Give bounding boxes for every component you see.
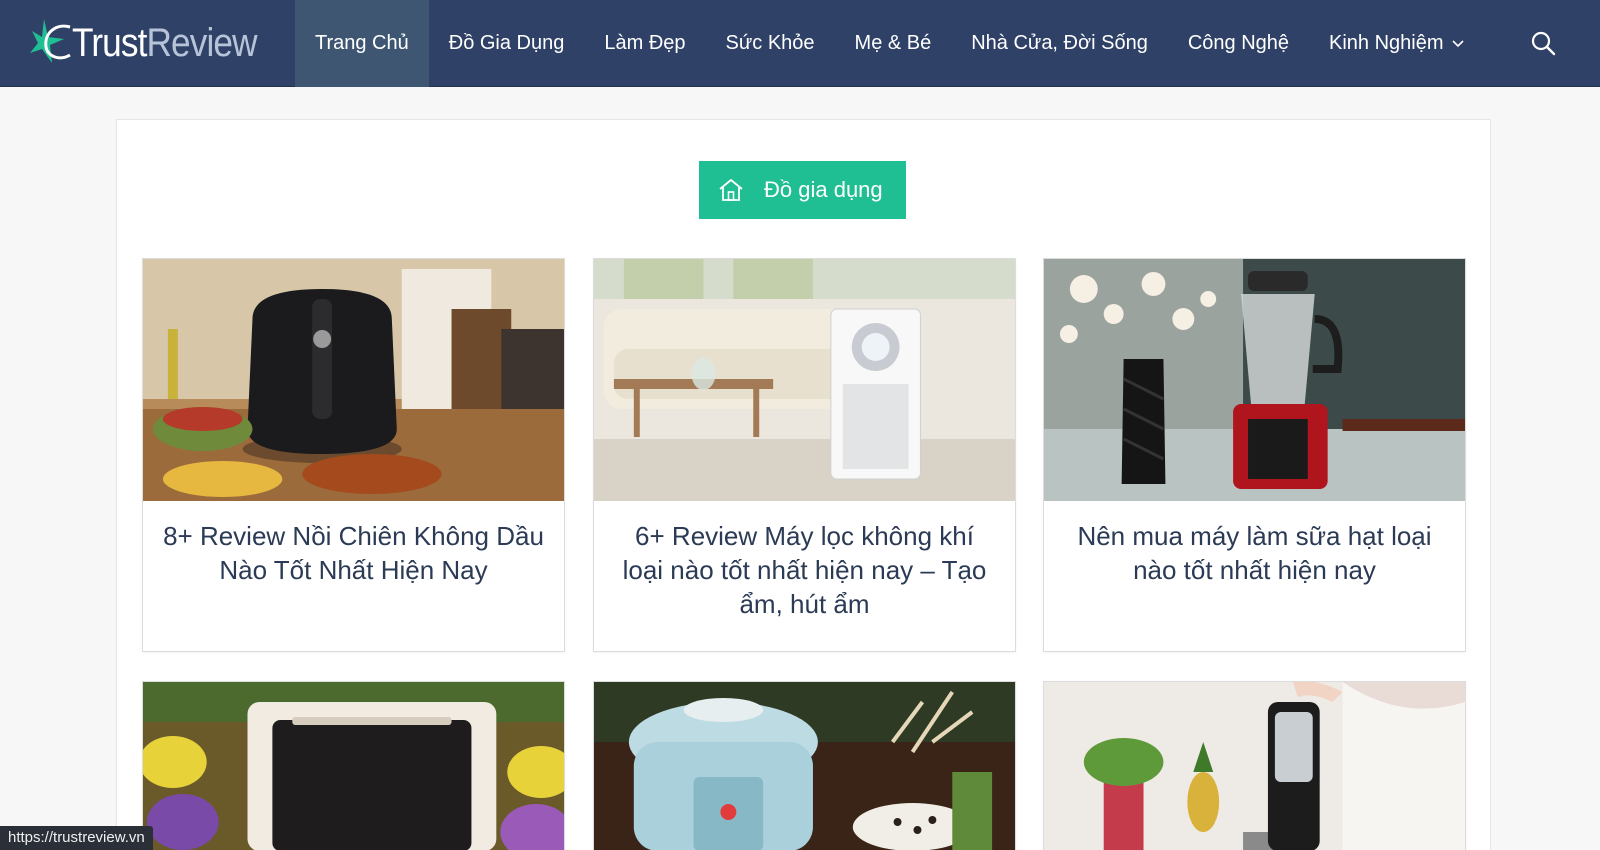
nav-cong-nghe[interactable]: Công Nghệ: [1168, 0, 1309, 87]
post-card[interactable]: [1043, 681, 1466, 850]
post-thumbnail-oven[interactable]: [143, 682, 564, 850]
post-thumbnail-slow-cooker[interactable]: [594, 682, 1015, 850]
nav-trang-chu[interactable]: Trang Chủ: [295, 0, 429, 87]
post-title[interactable]: 6+ Review Máy lọc không khí loại nào tốt…: [614, 519, 995, 621]
site-logo[interactable]: TrustReview: [30, 14, 282, 72]
category-label: Đồ gia dụng: [764, 177, 883, 202]
post-card[interactable]: [142, 681, 565, 850]
nav-kinh-nghiem[interactable]: Kinh Nghiệm: [1309, 0, 1484, 87]
nav-nha-cua-doi-song[interactable]: Nhà Cửa, Đời Sống: [951, 0, 1168, 87]
home-icon: [719, 179, 743, 201]
nav-lam-dep[interactable]: Làm Đẹp: [584, 0, 705, 87]
logo-text-review: Review: [146, 20, 257, 65]
main-nav: Trang Chủ Đồ Gia Dụng Làm Đẹp Sức Khỏe M…: [295, 0, 1484, 87]
post-thumbnail-juicer[interactable]: [1044, 682, 1465, 850]
logo-star-icon: [30, 19, 71, 63]
nav-me-be[interactable]: Mẹ & Bé: [835, 0, 952, 87]
post-thumbnail-air-fryer[interactable]: [143, 259, 564, 501]
post-thumbnail-air-purifier[interactable]: [594, 259, 1015, 501]
category-button[interactable]: Đồ gia dụng: [699, 161, 906, 219]
search-icon[interactable]: [1530, 30, 1556, 56]
post-thumbnail-soy-milk-maker[interactable]: [1044, 259, 1465, 501]
post-card[interactable]: 6+ Review Máy lọc không khí loại nào tốt…: [593, 258, 1016, 652]
nav-suc-khoe[interactable]: Sức Khỏe: [706, 0, 835, 87]
top-navbar: TrustReview Trang Chủ Đồ Gia Dụng Làm Đẹ…: [0, 0, 1600, 87]
post-title[interactable]: 8+ Review Nồi Chiên Không Dầu Nào Tốt Nh…: [163, 519, 544, 587]
logo-text-trust: Trust: [72, 20, 147, 65]
nav-do-gia-dung[interactable]: Đồ Gia Dụng: [429, 0, 585, 87]
status-bar-url: https://trustreview.vn: [0, 826, 153, 850]
chevron-down-icon: [1451, 39, 1464, 47]
post-card[interactable]: [593, 681, 1016, 850]
post-title[interactable]: Nên mua máy làm sữa hạt loại nào tốt nhấ…: [1064, 519, 1445, 587]
post-card[interactable]: Nên mua máy làm sữa hạt loại nào tốt nhấ…: [1043, 258, 1466, 652]
post-card[interactable]: 8+ Review Nồi Chiên Không Dầu Nào Tốt Nh…: [142, 258, 565, 652]
